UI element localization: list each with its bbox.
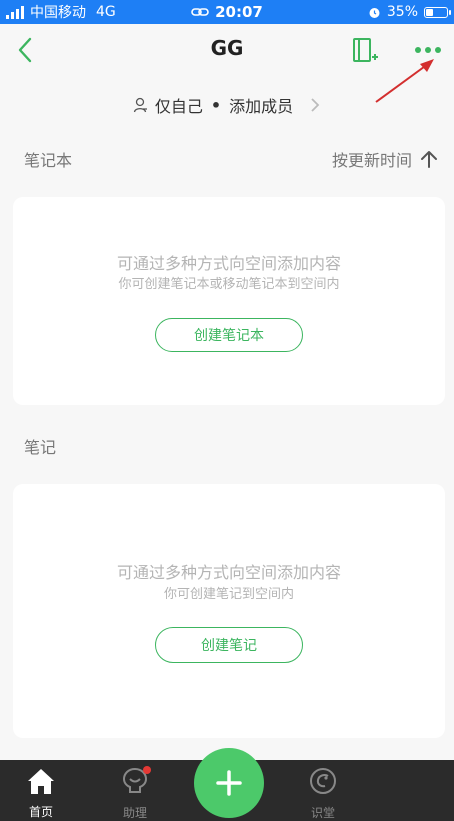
plus-icon <box>216 770 242 796</box>
sort-toggle[interactable]: 按更新时间 <box>332 147 438 171</box>
status-bar: 中国移动 4G 20:07 35% <box>0 0 454 24</box>
add-button[interactable] <box>194 748 264 818</box>
tab-assistant-label: 助理 <box>122 806 147 820</box>
notebook-empty-card: 可通过多种方式向空间添加内容 你可创建笔记本或移动笔记本到空间内 创建笔记本 <box>13 197 445 405</box>
note-sub-hint: 你可创建笔记到空间内 <box>163 587 294 602</box>
notebook-sub-hint: 你可创建笔记本或移动笔记本到空间内 <box>118 277 340 292</box>
notebook-section-title: 笔记本 <box>24 151 73 170</box>
network-label: 4G <box>96 4 116 20</box>
signal-icon <box>6 5 24 19</box>
note-hint: 可通过多种方式向空间添加内容 <box>116 563 341 582</box>
carrier-label: 中国移动 <box>30 5 86 21</box>
status-right: 35% <box>288 4 451 20</box>
note-section-header: 笔记 <box>24 434 438 458</box>
sort-label: 按更新时间 <box>331 151 412 170</box>
notification-dot <box>143 766 151 774</box>
separator-dot: • <box>210 95 222 115</box>
note-section-title: 笔记 <box>24 438 57 457</box>
status-left: 中国移动 4G <box>6 2 166 22</box>
person-icon <box>133 97 147 113</box>
alarm-icon <box>369 7 380 18</box>
home-icon <box>26 766 56 795</box>
note-empty-card: 可通过多种方式向空间添加内容 你可创建笔记到空间内 创建笔记 <box>13 484 445 738</box>
tab-knowledge[interactable]: 识堂 <box>283 766 363 820</box>
clock-label: 20:07 <box>215 3 263 21</box>
status-center: 20:07 <box>166 3 288 21</box>
battery-icon <box>424 6 451 18</box>
tab-home[interactable]: 首页 <box>1 766 81 820</box>
compass-icon <box>308 766 338 796</box>
notebook-section-header: 笔记本 按更新时间 <box>24 147 438 171</box>
lightbulb-icon <box>120 766 151 796</box>
arrow-up-icon <box>421 151 437 168</box>
link-icon <box>191 8 209 16</box>
add-member-label: 添加成员 <box>229 97 294 116</box>
members-row[interactable]: 仅自己 • 添加成员 <box>0 93 454 117</box>
chevron-right-icon <box>311 98 320 112</box>
notebook-hint: 可通过多种方式向空间添加内容 <box>116 254 341 273</box>
tab-home-label: 首页 <box>28 805 53 819</box>
battery-percent: 35% <box>386 4 418 20</box>
tab-assistant[interactable]: 助理 <box>95 766 175 820</box>
visibility-label: 仅自己 <box>154 97 203 116</box>
tab-knowledge-label: 识堂 <box>310 806 335 820</box>
create-note-button[interactable]: 创建笔记 <box>155 627 303 663</box>
create-notebook-button[interactable]: 创建笔记本 <box>155 318 303 352</box>
